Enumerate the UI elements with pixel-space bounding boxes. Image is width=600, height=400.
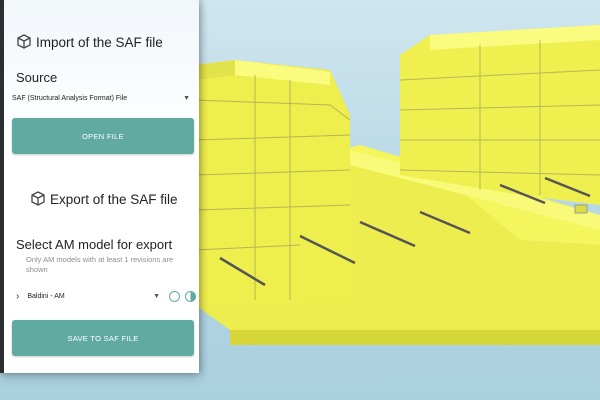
export-section-header: Export of the SAF file (30, 191, 178, 207)
building-model (194, 25, 600, 345)
source-label: Source (16, 70, 58, 85)
source-select[interactable]: SAF (Structural Analysis Format) File ▼ (12, 90, 190, 106)
caret-down-icon: ▼ (183, 94, 190, 102)
model-select-row[interactable]: › Baldini - AM ▼ (16, 288, 196, 304)
save-to-saf-button[interactable]: SAVE TO SAF FILE (12, 320, 194, 356)
contrast-icon[interactable] (185, 290, 196, 302)
import-section-header: Import of the SAF file (16, 34, 163, 50)
box-icon (31, 191, 45, 206)
caret-down-icon[interactable]: ▼ (153, 293, 160, 300)
model-select-value[interactable]: Baldini - AM (27, 293, 153, 300)
model-filter-note: Only AM models with at least 1 revisions… (26, 255, 174, 274)
chevron-right-icon[interactable]: › (16, 291, 19, 302)
open-file-button[interactable]: OPEN FILE (12, 118, 194, 154)
saf-panel: Import of the SAF file Source SAF (Struc… (0, 0, 199, 373)
box-icon (17, 34, 31, 49)
select-model-label: Select AM model for export (16, 237, 173, 252)
source-select-value: SAF (Structural Analysis Format) File (12, 94, 128, 102)
export-title: Export of the SAF file (50, 191, 178, 207)
import-title: Import of the SAF file (36, 34, 163, 50)
history-icon[interactable] (169, 290, 180, 302)
